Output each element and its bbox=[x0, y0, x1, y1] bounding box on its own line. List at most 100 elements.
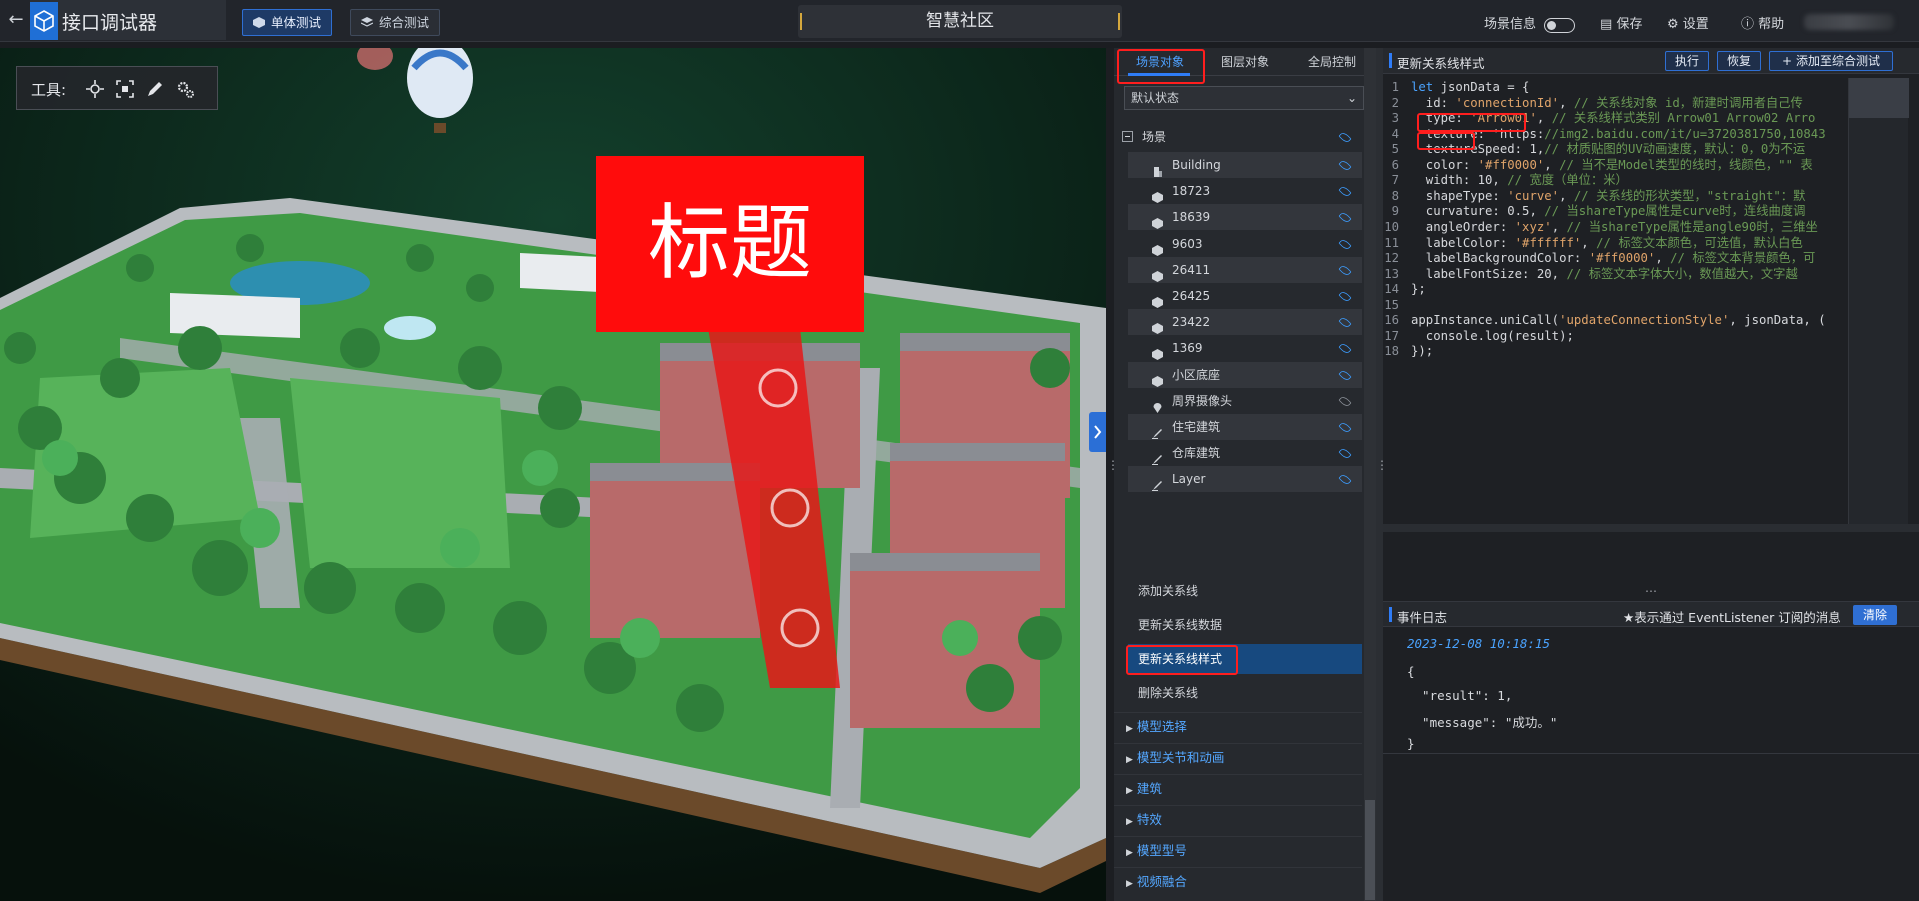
tree-item-label: 仓库建筑 bbox=[1172, 446, 1221, 461]
eye-icon[interactable] bbox=[1338, 342, 1352, 356]
code-minimap[interactable] bbox=[1848, 78, 1909, 524]
settings-gears-icon[interactable] bbox=[175, 79, 195, 99]
func-delete-connection[interactable]: 删除关系线 bbox=[1128, 678, 1362, 708]
tree-item[interactable]: 1369 bbox=[1128, 335, 1362, 361]
help-button[interactable]: ⓘ 帮助 bbox=[1741, 13, 1784, 32]
add-to-combined-button[interactable]: + 添加至综合测试 bbox=[1769, 51, 1893, 71]
code-line[interactable]: 18}); bbox=[1383, 342, 1839, 361]
help-icon: ⓘ bbox=[1741, 17, 1755, 32]
state-select[interactable]: 默认状态 ⌄ bbox=[1124, 86, 1364, 110]
event-log-body: 2023-12-08 10:18:15 { "result": 1, "mess… bbox=[1383, 630, 1919, 820]
tree-root-scene[interactable]: 场景 bbox=[1114, 124, 1362, 150]
tab-combined-test[interactable]: 综合测试 bbox=[350, 9, 441, 36]
log-line: "result": 1, bbox=[1407, 688, 1513, 703]
eye-off-icon[interactable] bbox=[1338, 394, 1352, 408]
log-line: } bbox=[1407, 736, 1415, 751]
back-arrow-icon[interactable]: ← bbox=[6, 9, 26, 31]
group-model-select[interactable]: ▶ 模型选择 bbox=[1114, 712, 1362, 739]
help-label: 帮助 bbox=[1758, 17, 1785, 32]
caret-right-icon: ▶ bbox=[1126, 755, 1133, 765]
tree-item[interactable]: 小区底座 bbox=[1128, 361, 1362, 388]
object-panel: 场景对象 图层对象 全局控制 默认状态 ⌄ 场景 Building 18723 18… bbox=[1114, 48, 1376, 901]
reset-button[interactable]: 恢复 bbox=[1717, 51, 1761, 71]
tree-item[interactable]: 23422 bbox=[1128, 309, 1362, 336]
pin-icon bbox=[1152, 396, 1163, 413]
group-video-fusion[interactable]: ▶ 视频融合 bbox=[1114, 867, 1362, 894]
tool-panel: 工具: bbox=[16, 66, 218, 110]
tree-item[interactable]: 住宅建筑 bbox=[1128, 414, 1362, 440]
locate-icon[interactable] bbox=[85, 79, 105, 99]
collapse-icon[interactable] bbox=[1122, 131, 1133, 142]
tree-item[interactable]: 18723 bbox=[1128, 178, 1362, 204]
tree-item[interactable]: Layer bbox=[1128, 466, 1362, 493]
overlay-title-label[interactable]: 标题 bbox=[596, 156, 864, 332]
eye-icon[interactable] bbox=[1338, 237, 1352, 251]
tab-single-test-label: 单体测试 bbox=[271, 15, 322, 30]
eye-icon[interactable] bbox=[1338, 130, 1352, 145]
save-button[interactable]: ▤ 保存 bbox=[1600, 13, 1642, 32]
func-add-connection[interactable]: 添加关系线 bbox=[1128, 576, 1362, 606]
code-header: 更新关系线样式 执行 恢复 + 添加至综合测试 bbox=[1383, 48, 1919, 74]
user-avatar-blurred[interactable] bbox=[1804, 14, 1894, 30]
caret-right-icon: ▶ bbox=[1126, 817, 1133, 827]
tree-item[interactable]: Building bbox=[1128, 152, 1362, 178]
eye-icon[interactable] bbox=[1338, 158, 1352, 173]
group-effects[interactable]: ▶ 特效 bbox=[1114, 805, 1362, 832]
pen-icon[interactable] bbox=[145, 79, 165, 99]
tab-layer-objects[interactable]: 图层对象 bbox=[1221, 53, 1269, 70]
eye-icon[interactable] bbox=[1338, 447, 1352, 461]
frame-select-icon[interactable] bbox=[115, 79, 135, 99]
group-label: 模型选择 bbox=[1136, 719, 1187, 734]
group-label: 模型关节和动画 bbox=[1136, 750, 1225, 765]
eye-icon[interactable] bbox=[1338, 289, 1352, 304]
cube-icon bbox=[1152, 291, 1163, 308]
tree-item[interactable]: 9603 bbox=[1128, 231, 1362, 257]
tree-item-label: 小区底座 bbox=[1172, 367, 1221, 382]
scene-viewport[interactable]: 工具: 标题 bbox=[0, 48, 1106, 901]
run-button[interactable]: 执行 bbox=[1665, 51, 1709, 71]
tree-item[interactable]: 仓库建筑 bbox=[1128, 440, 1362, 466]
cube-icon bbox=[1152, 212, 1163, 230]
panel-splitter-left[interactable]: ⋮ bbox=[1106, 48, 1119, 901]
code-title: 更新关系线样式 bbox=[1397, 56, 1485, 71]
eye-icon[interactable] bbox=[1338, 316, 1352, 330]
tree-item[interactable]: 周界摄像头 bbox=[1128, 388, 1362, 414]
building-icon bbox=[1152, 160, 1163, 177]
scene-info-toggle[interactable] bbox=[1544, 18, 1575, 33]
group-model-joint-animation[interactable]: ▶ 模型关节和动画 bbox=[1114, 743, 1362, 770]
eye-icon[interactable] bbox=[1338, 263, 1352, 277]
caret-right-icon: ▶ bbox=[1126, 848, 1133, 858]
cube-icon bbox=[1152, 317, 1163, 335]
settings-label: 设置 bbox=[1682, 17, 1709, 32]
code-text: }); bbox=[1411, 344, 1434, 359]
tab-global-control[interactable]: 全局控制 bbox=[1308, 53, 1356, 70]
eye-icon[interactable] bbox=[1338, 185, 1352, 199]
eye-icon[interactable] bbox=[1338, 211, 1352, 225]
tree-item[interactable]: 26411 bbox=[1128, 256, 1362, 283]
eye-icon[interactable] bbox=[1338, 420, 1352, 435]
group-building[interactable]: ▶ 建筑 bbox=[1114, 774, 1362, 801]
tree-item[interactable]: 26425 bbox=[1128, 283, 1362, 309]
panel-scrollbar-thumb[interactable] bbox=[1365, 800, 1375, 900]
code-horizontal-scrollbar[interactable] bbox=[1383, 524, 1919, 532]
scene-name: 智慧社区 bbox=[798, 5, 1122, 38]
group-label: 特效 bbox=[1136, 812, 1162, 827]
settings-button[interactable]: ⚙ 设置 bbox=[1667, 13, 1709, 32]
event-log-title: 事件日志 bbox=[1397, 610, 1448, 625]
log-line: { bbox=[1407, 664, 1415, 679]
eye-icon[interactable] bbox=[1338, 473, 1352, 487]
tree-item[interactable]: 18639 bbox=[1128, 204, 1362, 231]
chevron-right-icon bbox=[1094, 425, 1102, 439]
panel-scrollbar[interactable] bbox=[1364, 48, 1376, 901]
func-update-connection-data[interactable]: 更新关系线数据 bbox=[1128, 610, 1362, 640]
clear-log-button[interactable]: 清除 bbox=[1853, 605, 1897, 625]
plus-icon: + bbox=[1782, 54, 1793, 68]
minimap-viewport[interactable] bbox=[1849, 78, 1909, 118]
drag-handle-icon[interactable]: ⋯ bbox=[1645, 584, 1657, 598]
eye-icon[interactable] bbox=[1338, 368, 1352, 382]
tab-single-test[interactable]: 单体测试 bbox=[242, 9, 333, 36]
tools-label: 工具: bbox=[31, 81, 67, 99]
panel-splitter-right[interactable]: ⋮ bbox=[1376, 48, 1388, 901]
collapse-panel-button[interactable] bbox=[1089, 412, 1106, 452]
group-model-type[interactable]: ▶ 模型型号 bbox=[1114, 836, 1362, 863]
